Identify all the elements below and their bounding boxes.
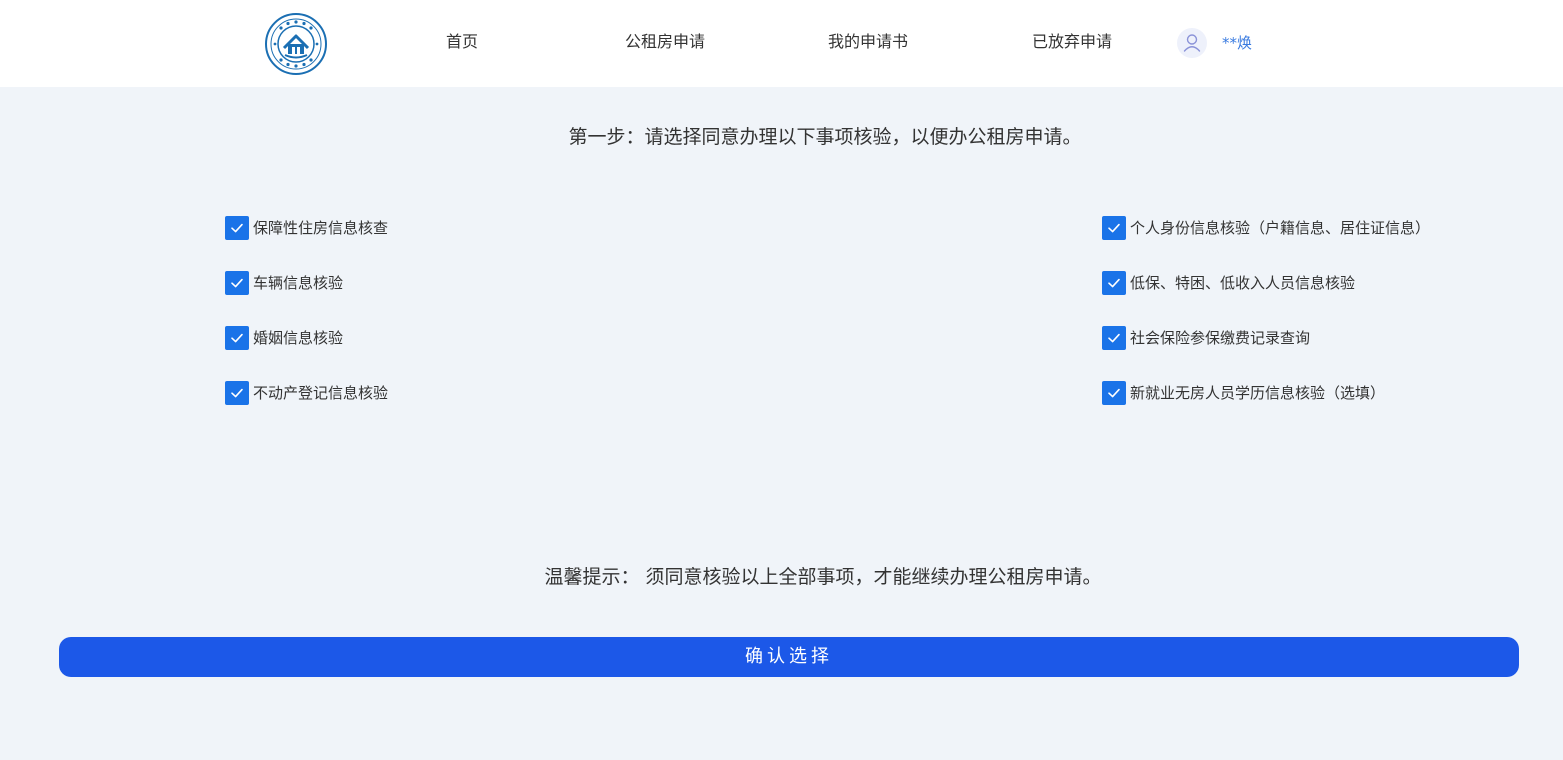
checkbox-vehicle-check[interactable]: 车辆信息核验 (225, 271, 343, 295)
nav-my-applications[interactable]: 我的申请书 (828, 31, 908, 53)
checkbox-label: 社会保险参保缴费记录查询 (1130, 329, 1311, 347)
checkbox-marriage-check[interactable]: 婚姻信息核验 (225, 326, 343, 350)
warm-tip: 温馨提示： 须同意核验以上全部事项，才能继续办理公租房申请。 (544, 566, 1102, 588)
check-icon (1102, 326, 1126, 350)
check-icon (225, 271, 249, 295)
avatar[interactable] (1177, 28, 1207, 58)
user-icon (1183, 34, 1201, 52)
checkbox-label: 低保、特困、低收入人员信息核验 (1130, 274, 1356, 292)
checkbox-label: 车辆信息核验 (253, 274, 344, 292)
username[interactable]: **焕 (1222, 32, 1252, 54)
check-icon (1102, 216, 1126, 240)
checkbox-label: 新就业无房人员学历信息核验（选填） (1130, 384, 1386, 402)
checkbox-label: 保障性住房信息核查 (253, 219, 389, 237)
checkbox-label: 个人身份信息核验（户籍信息、居住证信息） (1130, 219, 1431, 237)
top-header: 首页 公租房申请 我的申请书 已放弃申请 **焕 (0, 0, 1563, 87)
nav-abandoned-applications[interactable]: 已放弃申请 (1032, 31, 1112, 53)
checkbox-low-income-check[interactable]: 低保、特困、低收入人员信息核验 (1102, 271, 1355, 295)
checkbox-housing-check[interactable]: 保障性住房信息核查 (225, 216, 388, 240)
checkbox-label: 婚姻信息核验 (253, 329, 344, 347)
step-title: 第一步：请选择同意办理以下事项核验，以便办公租房申请。 (568, 126, 1082, 148)
nav-home[interactable]: 首页 (446, 31, 478, 53)
logo-icon[interactable] (265, 13, 327, 75)
checkbox-identity-check[interactable]: 个人身份信息核验（户籍信息、居住证信息） (1102, 216, 1430, 240)
check-icon (225, 381, 249, 405)
check-icon (1102, 381, 1126, 405)
confirm-selection-button[interactable]: 确认选择 (59, 637, 1519, 677)
checkbox-real-estate-check[interactable]: 不动产登记信息核验 (225, 381, 388, 405)
check-icon (225, 216, 249, 240)
nav-public-rental-apply[interactable]: 公租房申请 (625, 31, 705, 53)
checkbox-label: 不动产登记信息核验 (253, 384, 389, 402)
check-icon (225, 326, 249, 350)
checkbox-social-insurance-check[interactable]: 社会保险参保缴费记录查询 (1102, 326, 1310, 350)
checkbox-education-check[interactable]: 新就业无房人员学历信息核验（选填） (1102, 381, 1385, 405)
check-icon (1102, 271, 1126, 295)
